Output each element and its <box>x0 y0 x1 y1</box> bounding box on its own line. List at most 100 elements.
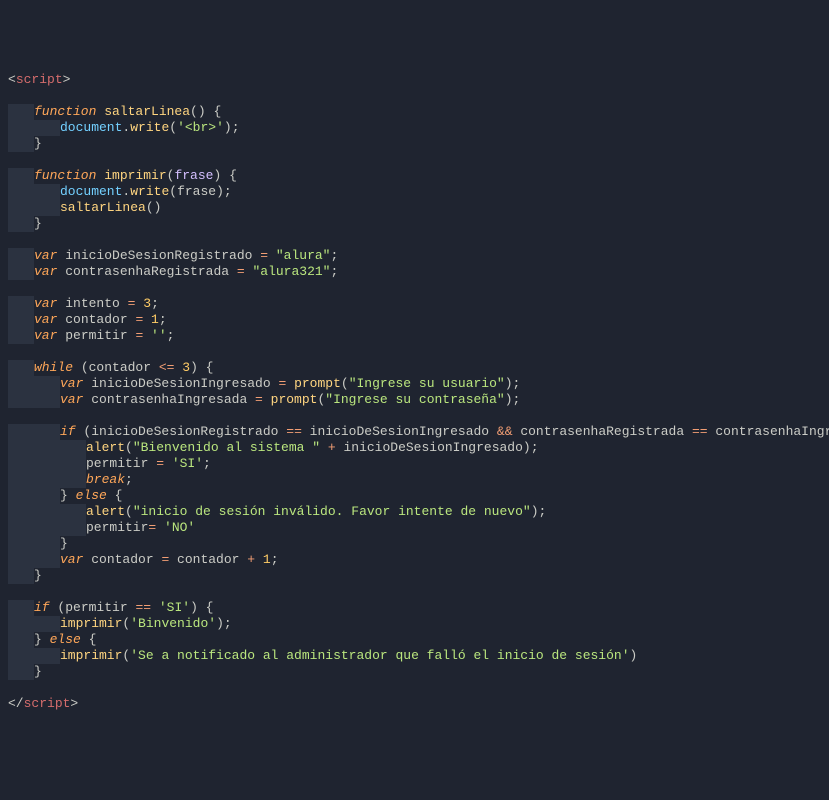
code-token: ; <box>330 248 338 263</box>
code-token: document <box>60 120 122 135</box>
code-line: function saltarLinea() { <box>8 104 821 120</box>
indent-guide <box>8 568 34 584</box>
code-token: } <box>60 488 76 503</box>
indent-guide <box>8 536 34 552</box>
indent-guide <box>8 392 34 408</box>
code-token: write <box>130 184 169 199</box>
code-line: saltarLinea() <box>8 200 821 216</box>
code-token: "Bienvenido al sistema " <box>133 440 320 455</box>
indent-guide <box>8 456 34 472</box>
code-line: alert("inicio de sesión inválido. Favor … <box>8 504 821 520</box>
code-line: break; <box>8 472 821 488</box>
code-line: function imprimir(frase) { <box>8 168 821 184</box>
code-token: 3 <box>182 360 190 375</box>
indent-guide <box>60 520 86 536</box>
code-line: imprimir('Se a notificado al administrad… <box>8 648 821 664</box>
code-token: ; <box>531 440 539 455</box>
indent-guide <box>34 424 60 440</box>
code-line: var contrasenhaIngresada = prompt("Ingre… <box>8 392 821 408</box>
indent-guide <box>34 520 60 536</box>
code-token: imprimir <box>60 616 122 631</box>
code-token: > <box>63 72 71 87</box>
code-line: var intento = 3; <box>8 296 821 312</box>
code-token: ( <box>190 104 198 119</box>
code-token: ; <box>224 616 232 631</box>
indent-guide <box>8 168 34 184</box>
code-block: <script> function saltarLinea() { docume… <box>8 72 821 712</box>
code-token: ) <box>505 376 513 391</box>
code-token: () <box>146 200 162 215</box>
code-line: imprimir('Binvenido'); <box>8 616 821 632</box>
code-token: prompt <box>271 392 318 407</box>
code-token: ( <box>125 504 133 519</box>
code-token: = <box>156 456 172 471</box>
code-token: var <box>34 264 65 279</box>
code-line: permitir= 'NO' <box>8 520 821 536</box>
code-token: var <box>34 248 65 263</box>
code-token: } <box>34 632 50 647</box>
indent-guide <box>34 392 60 408</box>
code-token: ) <box>213 168 229 183</box>
code-token: ( <box>169 184 177 199</box>
code-token: 'SI' <box>159 600 190 615</box>
indent-guide <box>34 456 60 472</box>
indent-guide <box>8 552 34 568</box>
indent-guide <box>34 184 60 200</box>
code-token: inicioDeSesionRegistrado <box>65 248 260 263</box>
code-token: ( <box>122 648 130 663</box>
indent-guide <box>8 472 34 488</box>
indent-guide <box>8 664 34 680</box>
code-token: </ <box>8 696 24 711</box>
indent-guide <box>60 456 86 472</box>
code-token: ; <box>224 184 232 199</box>
indent-guide <box>34 472 60 488</box>
code-token: && <box>497 424 520 439</box>
code-token: 1 <box>263 552 271 567</box>
code-token: ) <box>531 504 539 519</box>
code-token: 3 <box>143 296 151 311</box>
indent-guide <box>8 120 34 136</box>
indent-guide <box>34 504 60 520</box>
code-line: var permitir = ''; <box>8 328 821 344</box>
indent-guide <box>8 616 34 632</box>
indent-guide <box>8 360 34 376</box>
code-token: ; <box>203 456 211 471</box>
code-token: + <box>320 440 343 455</box>
indent-guide <box>60 472 86 488</box>
code-token: contador <box>91 552 161 567</box>
code-token: contrasenhaRegistrada <box>520 424 692 439</box>
code-token: var <box>60 376 91 391</box>
code-token: prompt <box>294 376 341 391</box>
code-token: frase <box>177 184 216 199</box>
code-token: ; <box>539 504 547 519</box>
code-token: = <box>135 312 151 327</box>
code-token: < <box>8 72 16 87</box>
code-token: script <box>16 72 63 87</box>
code-line: } <box>8 216 821 232</box>
code-token: ) <box>523 440 531 455</box>
code-token: ; <box>232 120 240 135</box>
code-token: imprimir <box>104 168 166 183</box>
code-line: if (permitir == 'SI') { <box>8 600 821 616</box>
code-token: == <box>692 424 715 439</box>
code-line: while (contador <= 3) { <box>8 360 821 376</box>
code-line: <script> <box>8 72 821 88</box>
code-token: { <box>213 104 221 119</box>
code-token: contrasenhaRegistrada <box>65 264 237 279</box>
code-token: "inicio de sesión inválido. Favor intent… <box>133 504 531 519</box>
code-token: var <box>34 328 65 343</box>
code-token: ) <box>630 648 638 663</box>
code-token: contrasenhaIngresada <box>715 424 829 439</box>
code-token: = <box>148 520 164 535</box>
code-token: function <box>34 168 104 183</box>
code-token: ) <box>505 392 513 407</box>
code-line: var contador = contador + 1; <box>8 552 821 568</box>
code-token: ( <box>125 440 133 455</box>
code-line <box>8 152 821 168</box>
code-token: == <box>135 600 158 615</box>
code-line: alert("Bienvenido al sistema " + inicioD… <box>8 440 821 456</box>
code-token: '' <box>151 328 167 343</box>
code-token: inicioDeSesionRegistrado <box>91 424 286 439</box>
code-token: ( <box>169 120 177 135</box>
code-token: ; <box>125 472 133 487</box>
